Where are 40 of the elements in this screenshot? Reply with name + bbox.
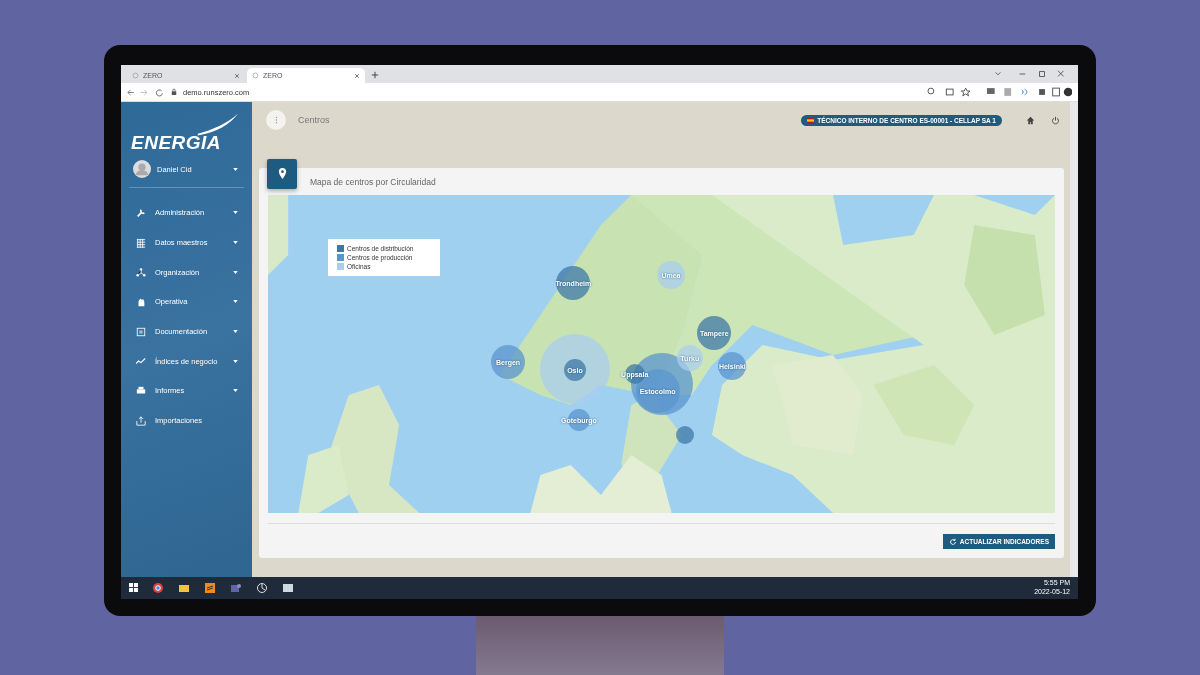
caret-icon bbox=[233, 211, 238, 215]
trend-icon bbox=[136, 356, 146, 367]
avatar-icon bbox=[133, 160, 151, 178]
caret-icon bbox=[233, 389, 238, 393]
network-icon bbox=[136, 267, 146, 278]
scrollbar[interactable] bbox=[1070, 102, 1078, 577]
browser-toolbar-icons[interactable] bbox=[927, 87, 1072, 97]
page-title: Centros bbox=[298, 115, 330, 125]
card-title: Mapa de centros por Circularidad bbox=[310, 176, 436, 187]
upload-icon bbox=[136, 415, 146, 426]
window-app-icon[interactable] bbox=[282, 581, 294, 594]
caret-icon bbox=[233, 359, 238, 363]
navigation-icon[interactable] bbox=[127, 87, 165, 97]
power-icon[interactable] bbox=[1051, 115, 1060, 125]
home-icon[interactable] bbox=[1026, 115, 1035, 125]
close-icon[interactable] bbox=[354, 72, 360, 79]
caret-icon bbox=[233, 167, 238, 171]
printer-icon bbox=[136, 385, 146, 396]
refresh-icon bbox=[948, 537, 957, 546]
site-icon bbox=[252, 72, 259, 79]
caret-icon bbox=[233, 241, 238, 245]
lock-icon bbox=[171, 88, 177, 96]
circle-app-icon[interactable] bbox=[256, 581, 268, 594]
site-icon bbox=[132, 72, 139, 79]
browser-app-icon[interactable] bbox=[152, 581, 164, 594]
caret-icon bbox=[233, 300, 238, 304]
close-icon[interactable] bbox=[234, 72, 240, 79]
chat-app-icon[interactable] bbox=[230, 581, 242, 594]
start-icon[interactable] bbox=[129, 583, 138, 592]
caret-icon bbox=[233, 270, 238, 274]
app-icon[interactable] bbox=[204, 581, 216, 594]
caret-icon bbox=[233, 330, 238, 334]
hand-icon bbox=[136, 296, 146, 307]
wrench-icon bbox=[136, 207, 146, 218]
new-tab-icon[interactable] bbox=[371, 71, 379, 79]
flag-icon bbox=[807, 117, 815, 123]
document-icon bbox=[136, 326, 146, 337]
grid-icon bbox=[136, 237, 146, 248]
more-icon bbox=[274, 116, 278, 124]
logo: ENERGIA bbox=[131, 132, 222, 154]
